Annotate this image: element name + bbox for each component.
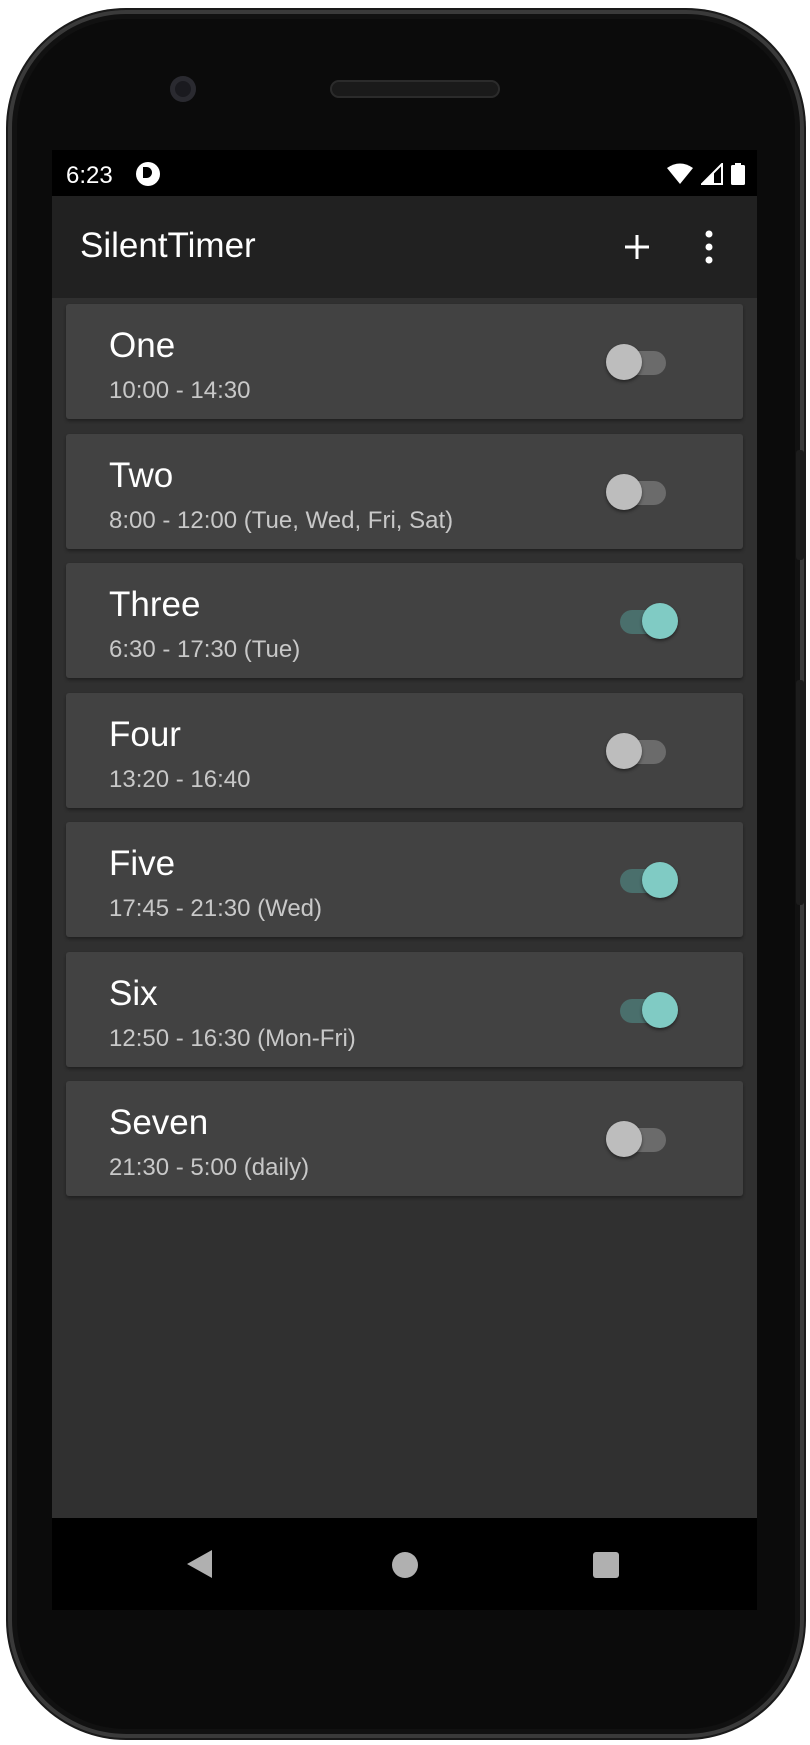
home-icon[interactable] xyxy=(392,1552,418,1578)
switch-thumb xyxy=(606,473,642,510)
add-icon xyxy=(625,235,649,259)
timer-card-two[interactable]: Two 8:00 - 12:00 (Tue, Wed, Fri, Sat) xyxy=(66,433,743,549)
timer-schedule: 12:50 - 16:30 (Mon-Fri) xyxy=(109,1024,356,1052)
signal-icon xyxy=(701,163,723,185)
more-vert-icon xyxy=(705,230,713,264)
timer-name: Two xyxy=(109,455,174,495)
add-timer-button[interactable] xyxy=(612,222,662,272)
app-screen: 6:23 SilentTimer One 10:00 - 14:30 Two 8… xyxy=(52,150,757,1518)
timer-name: Four xyxy=(109,714,181,754)
switch-thumb xyxy=(606,732,642,769)
timer-name: Six xyxy=(109,973,158,1013)
timer-schedule: 8:00 - 12:00 (Tue, Wed, Fri, Sat) xyxy=(109,506,454,534)
switch-thumb xyxy=(642,991,678,1028)
status-time: 6:23 xyxy=(66,162,113,189)
timer-toggle-switch[interactable] xyxy=(606,601,678,641)
timer-name: Seven xyxy=(109,1103,209,1142)
timer-name: Three xyxy=(109,585,201,624)
switch-thumb xyxy=(642,862,678,898)
app-bar: SilentTimer xyxy=(52,196,757,298)
wifi-icon xyxy=(667,163,693,184)
app-notification-icon xyxy=(136,162,160,186)
timer-schedule: 21:30 - 5:00 (daily) xyxy=(109,1154,310,1181)
timer-toggle-switch[interactable] xyxy=(606,731,678,771)
timer-name: One xyxy=(109,326,176,365)
timer-toggle-switch[interactable] xyxy=(606,1119,678,1159)
switch-thumb xyxy=(642,603,678,639)
timer-toggle-switch[interactable] xyxy=(606,342,678,382)
volume-rocker xyxy=(796,680,804,905)
timer-card-four[interactable]: Four 13:20 - 16:40 xyxy=(66,692,743,808)
status-icons xyxy=(667,162,745,186)
system-nav-bar xyxy=(52,1518,757,1610)
timer-schedule: 6:30 - 17:30 (Tue) xyxy=(109,636,301,663)
app-title: SilentTimer xyxy=(80,226,256,265)
timer-card-six[interactable]: Six 12:50 - 16:30 (Mon-Fri) xyxy=(66,951,743,1067)
timer-schedule: 13:20 - 16:40 xyxy=(109,765,251,793)
status-bar: 6:23 xyxy=(52,150,757,196)
recents-icon[interactable] xyxy=(593,1552,619,1578)
battery-icon xyxy=(731,163,745,185)
timer-toggle-switch[interactable] xyxy=(606,990,678,1030)
timer-card-three[interactable]: Three 6:30 - 17:30 (Tue) xyxy=(66,563,743,678)
power-button xyxy=(796,450,804,560)
timer-card-five[interactable]: Five 17:45 - 21:30 (Wed) xyxy=(66,822,743,937)
more-options-button[interactable] xyxy=(684,222,734,272)
timer-name: Five xyxy=(109,844,176,883)
back-icon[interactable] xyxy=(184,1548,214,1580)
timer-toggle-switch[interactable] xyxy=(606,860,678,900)
timer-schedule: 10:00 - 14:30 xyxy=(109,377,251,404)
timer-card-seven[interactable]: Seven 21:30 - 5:00 (daily) xyxy=(66,1081,743,1196)
switch-thumb xyxy=(606,344,642,380)
timer-schedule: 17:45 - 21:30 (Wed) xyxy=(109,895,323,922)
front-camera xyxy=(170,76,196,102)
timer-card-one[interactable]: One 10:00 - 14:30 xyxy=(66,304,743,419)
timer-list: One 10:00 - 14:30 Two 8:00 - 12:00 (Tue,… xyxy=(66,304,743,1211)
switch-thumb xyxy=(606,1121,642,1157)
timer-toggle-switch[interactable] xyxy=(606,472,678,512)
earpiece-speaker xyxy=(330,80,500,98)
